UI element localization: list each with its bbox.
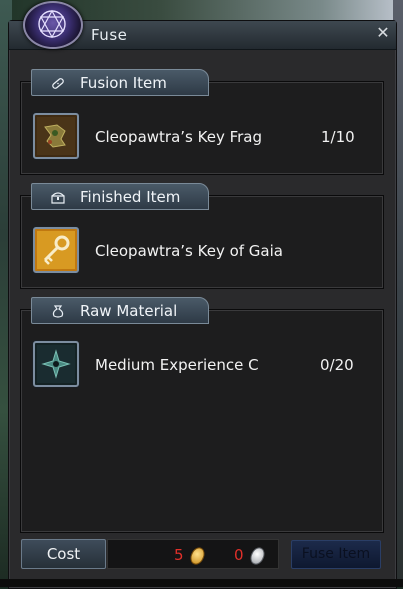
cost-display: 5 0: [107, 539, 279, 569]
finished-item-slot[interactable]: [33, 227, 79, 273]
treasure-chest-icon: [51, 192, 65, 204]
experience-crystal-icon: [37, 345, 75, 383]
raw-material-name: Medium Experience C: [95, 356, 259, 374]
key-fragment-icon: [37, 117, 75, 155]
raw-material-header: Raw Material: [31, 297, 209, 324]
close-button[interactable]: ✕: [374, 24, 392, 42]
bandage-icon: [52, 78, 64, 89]
hotbar-strip: [0, 579, 403, 587]
footer-bar: Cost 5 0 Fuse Item: [19, 539, 386, 571]
gold-coin-icon: [187, 545, 208, 567]
finished-item-label: Finished Item: [80, 188, 181, 206]
silver-amount: 0: [234, 546, 244, 564]
fusion-item-header: Fusion Item: [31, 69, 209, 96]
fuse-emblem-icon: [23, 1, 83, 49]
window-title: Fuse: [91, 26, 128, 44]
gold-amount: 5: [174, 546, 184, 564]
raw-material-slot[interactable]: [33, 341, 79, 387]
fusion-item-name: Cleopawtra’s Key Frag: [95, 128, 262, 146]
fusion-item-count: 1/10: [321, 128, 355, 146]
key-icon: [37, 231, 75, 269]
finished-item-name: Cleopawtra’s Key of Gaia: [95, 242, 283, 260]
fuse-item-button[interactable]: Fuse Item: [291, 540, 381, 569]
raw-material-label: Raw Material: [80, 302, 178, 320]
finished-item-header: Finished Item: [31, 183, 209, 210]
pouch-icon: [52, 305, 64, 318]
fusion-item-slot[interactable]: [33, 113, 79, 159]
fusion-item-label: Fusion Item: [80, 74, 167, 92]
fuse-window: Fuse ✕ Fusion Item Cleopawtra’s Key Frag…: [8, 1, 397, 589]
raw-material-count: 0/20: [320, 356, 354, 374]
cost-button[interactable]: Cost: [21, 539, 106, 569]
silver-coin-icon: [247, 545, 268, 567]
